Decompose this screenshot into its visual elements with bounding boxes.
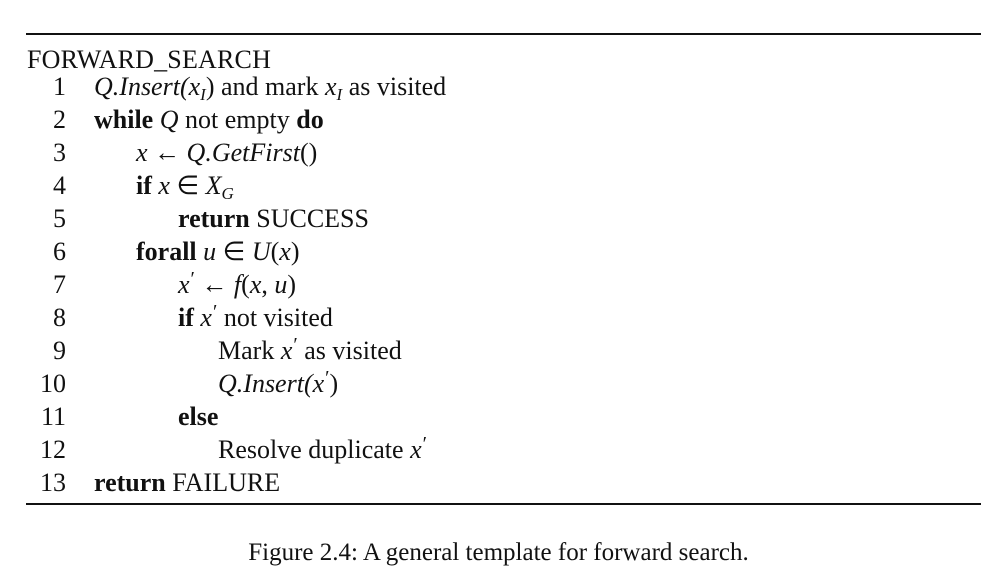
line-number: 8 [53,303,66,332]
line-code: if x ∈ XG [136,171,234,203]
figure-caption: Figure 2.4: A general template for forwa… [248,539,749,566]
algorithm-line-3: 3 x ← Q.GetFirst() [0,136,997,169]
line-number: 12 [40,435,66,464]
line-number: 9 [53,336,66,365]
line-number: 1 [53,72,66,101]
line-code: Resolve duplicate x′ [218,433,427,464]
top-rule [26,33,981,35]
line-number: 3 [53,138,66,167]
bottom-rule [26,503,981,505]
algorithm-line-13: 13 return FAILURE [0,466,997,499]
algorithm-line-8: 8 if x′ not visited [0,301,997,334]
line-number: 10 [40,369,66,398]
algorithm-line-5: 5 return SUCCESS [0,202,997,235]
line-code: if x′ not visited [178,301,333,332]
algorithm-line-9: 9 Mark x′ as visited [0,334,997,367]
line-number: 2 [53,105,66,134]
algorithm-line-2: 2 while Q not empty do [0,103,997,136]
line-number: 11 [40,402,66,431]
line-number: 7 [53,270,66,299]
algorithm-line-10: 10 Q.Insert(x′) [0,367,997,400]
line-code: Q.Insert(xI) and mark xI as visited [94,72,447,104]
line-number: 5 [53,204,66,233]
line-number: 6 [53,237,66,266]
algorithm-line-1: 1 Q.Insert(xI) and mark xI as visited [0,70,997,103]
line-number: 4 [53,171,66,200]
algorithm-line-7: 7 x′ ← f(x, u) [0,268,997,301]
line-code: else [178,402,219,431]
line-code: forall u ∈ U(x) [136,237,300,266]
line-code: return SUCCESS [178,204,369,233]
line-code: while Q not empty do [94,105,324,134]
algorithm-line-4: 4 if x ∈ XG [0,169,997,202]
line-code: x′ ← f(x, u) [178,268,297,299]
line-number: 13 [40,468,66,497]
algorithm-line-11: 11 else [0,400,997,433]
line-code: Q.Insert(x′) [218,367,339,398]
algorithm-line-12: 12 Resolve duplicate x′ [0,433,997,466]
algorithm-line-6: 6 forall u ∈ U(x) [0,235,997,268]
line-code: return FAILURE [94,468,281,497]
line-code: Mark x′ as visited [218,334,402,365]
line-code: x ← Q.GetFirst() [136,138,318,167]
page: { "algorithm": { "title": "FORWARD_SEARC… [0,0,997,572]
